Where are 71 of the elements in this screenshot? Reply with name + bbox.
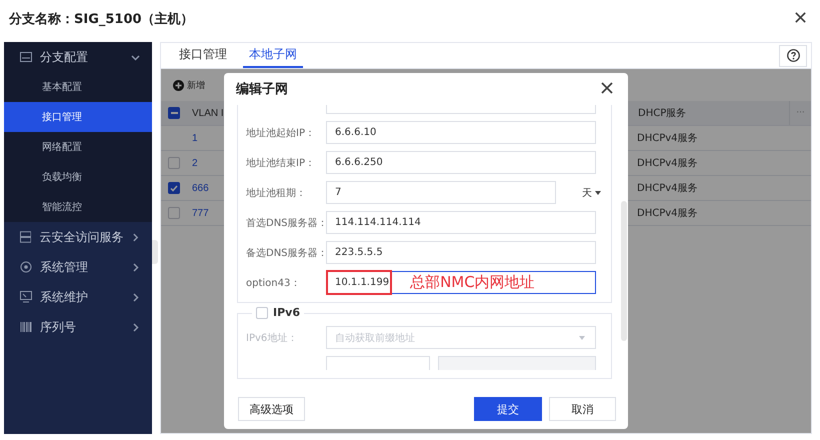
help-icon [786, 49, 800, 62]
scrollbar-thumb[interactable] [621, 201, 627, 341]
unit-dropdown[interactable]: 天 [582, 186, 601, 200]
input-field[interactable]: 223.5.5.5 [326, 241, 596, 264]
section-title: IPv6 [273, 306, 300, 319]
sidebar-group[interactable]: 分支配置 [4, 42, 152, 72]
field-placeholder: 自动获取前缀地址 [335, 332, 415, 344]
table-cell-text: 2 [191, 158, 199, 168]
sidebar-item[interactable]: 基本配置 [4, 72, 152, 102]
table-cell-text: DHCPv4服务 [636, 157, 699, 171]
chevron-right-icon [131, 292, 140, 302]
barcode-icon [20, 322, 32, 332]
monitor-icon [20, 291, 32, 303]
help-button[interactable] [779, 44, 807, 66]
plus-icon [173, 80, 184, 90]
sidebar-item[interactable]: 接口管理 [4, 102, 152, 132]
field-value: 10.1.1.199 [335, 277, 390, 288]
caret-icon [595, 190, 601, 194]
dialog-button[interactable]: 高级选项 [238, 397, 305, 421]
highlight-frame [326, 270, 392, 295]
table-cell-text: DHCPv4服务 [636, 207, 699, 221]
dialog-title: 编辑子网 [236, 80, 288, 98]
input-field[interactable]: 114.114.114.114 [326, 211, 596, 234]
tab[interactable]: 接口管理 [173, 43, 233, 68]
table-cell-text: 666 [191, 182, 210, 194]
field-label: 首选DNS服务器： [246, 216, 326, 230]
column-header: VLAN I [191, 108, 225, 118]
chevron-down-icon [131, 52, 140, 62]
field-label: 地址池租期： [246, 186, 307, 200]
card-icon [20, 52, 32, 62]
target-icon [20, 261, 32, 273]
input-field[interactable]: 7 [326, 181, 556, 204]
checkbox[interactable] [168, 107, 180, 119]
collapse-handle[interactable] [152, 240, 158, 264]
sidebar-group[interactable]: 系统维护 [4, 282, 152, 312]
checkbox[interactable] [168, 182, 180, 194]
sidebar-group[interactable]: 云安全访问服务 [4, 222, 152, 252]
field-label: IPv6地址： [246, 332, 298, 344]
sidebar-group[interactable]: 序列号 [4, 312, 152, 342]
input-field[interactable] [438, 356, 596, 370]
annotation-text: 总部NMC内网地址 [410, 273, 535, 292]
sidebar-item[interactable]: 智能流控 [4, 192, 152, 222]
dialog-button[interactable]: 取消 [549, 397, 616, 421]
field-label: 备选DNS服务器： [246, 246, 326, 260]
dialog-button[interactable]: 提交 [474, 397, 542, 421]
field-label: 地址池起始IP： [246, 126, 316, 140]
table-cell-text: 1 [191, 132, 199, 144]
sidebar-group[interactable]: 系统管理 [4, 252, 152, 282]
chevron-right-icon [131, 322, 140, 332]
chevron-right-icon [131, 232, 140, 242]
field-label: 地址池结束IP： [246, 156, 316, 170]
sidebar-item[interactable]: 网络配置 [4, 132, 152, 162]
input-field[interactable]: 10.1.1.199 总部NMC内网地址 [326, 271, 596, 294]
close-icon [794, 11, 807, 24]
table-cell-text: DHCPv4服务 [636, 182, 699, 196]
server-icon [20, 231, 32, 243]
add-button[interactable]: 新增 [173, 78, 205, 92]
checkmark-icon [170, 184, 178, 192]
caret-icon [579, 336, 585, 340]
table-cell-text: DHCPv4服务 [636, 132, 699, 146]
chevron-right-icon [131, 262, 140, 272]
field-label: option43： [246, 276, 302, 290]
close-icon [600, 81, 614, 95]
page-title: 分支名称：SIG_5100（主机） [9, 10, 194, 28]
input-field[interactable]: 6.6.6.10 [326, 121, 596, 144]
minus-icon [170, 112, 178, 114]
input-field[interactable] [326, 105, 596, 114]
input-field[interactable]: 6.6.6.250 [326, 151, 596, 174]
sidebar-item[interactable]: 负载均衡 [4, 162, 152, 192]
table-cell-text: 777 [191, 208, 210, 218]
select-field[interactable] [326, 356, 430, 370]
